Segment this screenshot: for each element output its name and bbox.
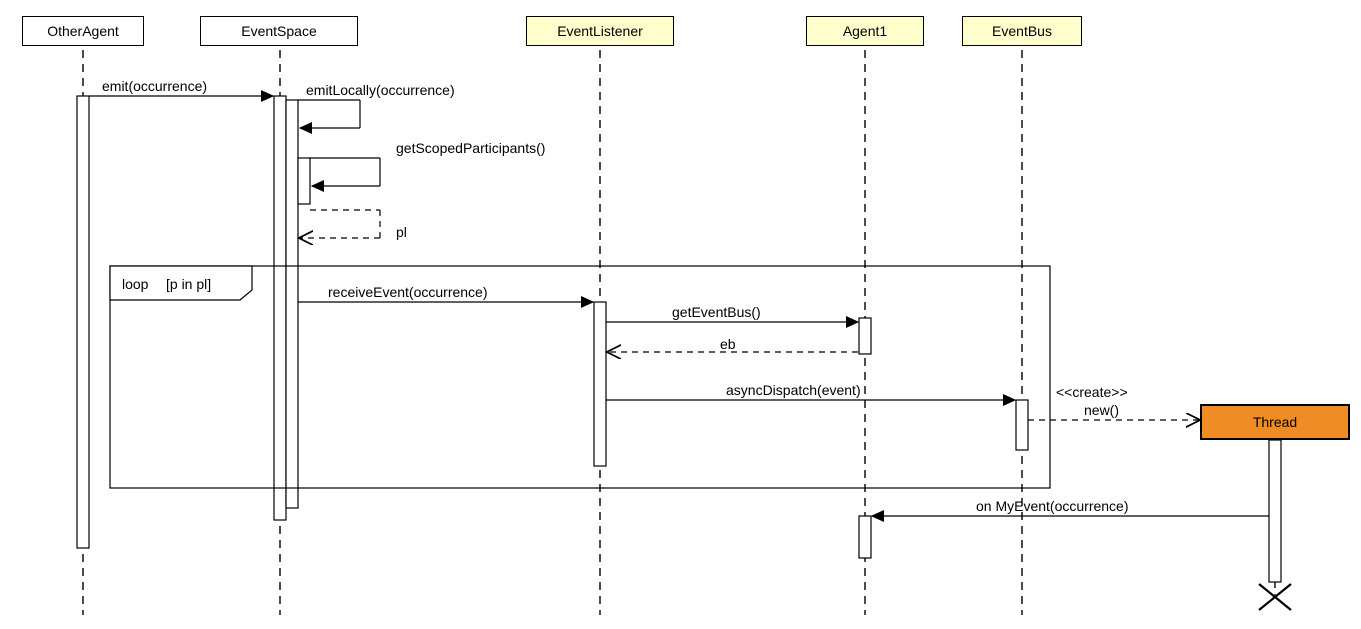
msg-receive-event: receiveEvent(occurrence) xyxy=(328,284,488,300)
loop-operator: loop xyxy=(122,276,148,292)
msg-pl-return: pl xyxy=(396,224,407,240)
msg-emit-locally: emitLocally(occurrence) xyxy=(306,82,455,98)
msg-emit: emit(occurrence) xyxy=(102,78,207,94)
participant-agent1: Agent1 xyxy=(806,16,924,46)
participant-other-agent: OtherAgent xyxy=(22,16,144,46)
loop-guard: [p in pl] xyxy=(166,276,211,292)
participant-event-space: EventSpace xyxy=(200,16,358,46)
participant-event-bus: EventBus xyxy=(962,16,1082,46)
msg-on-my-event: on MyEvent(occurrence) xyxy=(976,498,1129,514)
sequence-diagram: OtherAgent EventSpace EventListener Agen… xyxy=(0,0,1361,629)
msg-new: new() xyxy=(1084,402,1119,418)
msg-async-dispatch: asyncDispatch(event) xyxy=(726,382,861,398)
msg-get-event-bus: getEventBus() xyxy=(672,304,761,320)
msg-eb-return: eb xyxy=(720,336,736,352)
participant-thread: Thread xyxy=(1200,404,1350,440)
msg-create-stereotype: <<create>> xyxy=(1056,384,1128,400)
msg-get-scoped-participants: getScopedParticipants() xyxy=(396,140,545,156)
participant-event-listener: EventListener xyxy=(526,16,674,46)
